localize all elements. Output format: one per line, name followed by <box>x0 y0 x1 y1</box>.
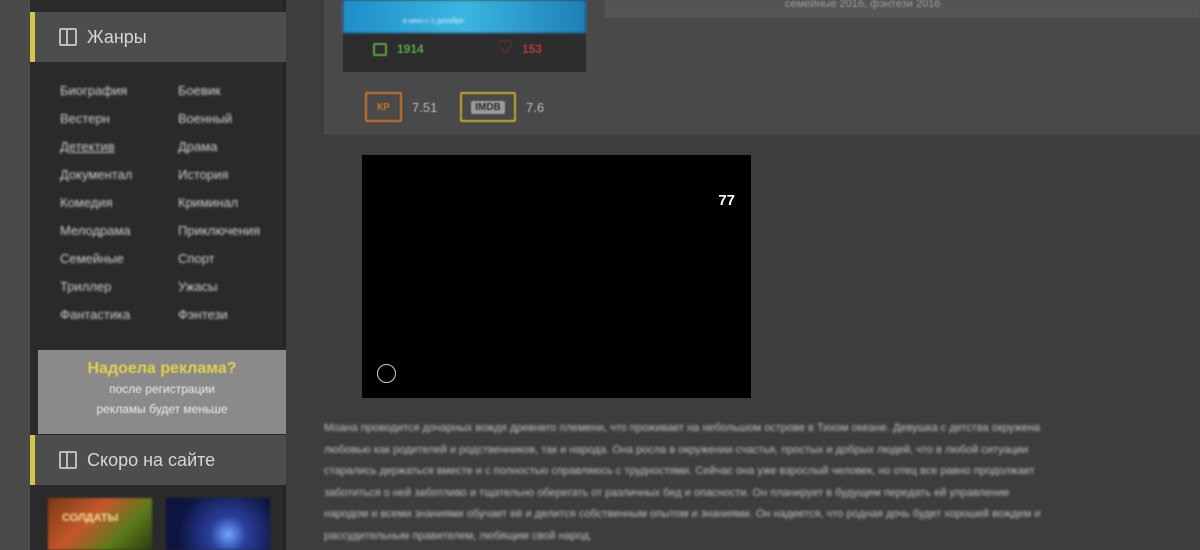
description-line: народом и всеми знаниями обучает её и де… <box>324 508 1041 520</box>
kinopoisk-rating: КР 7.51 <box>365 92 437 122</box>
description-line: рассудительным правителем, любящим свой … <box>324 529 593 542</box>
player-badge-number: 77 <box>718 192 735 209</box>
genre-link[interactable]: Фэнтези <box>178 306 290 324</box>
genre-link[interactable]: Приключения <box>178 222 290 240</box>
kinopoisk-rating-value: 7.51 <box>412 99 438 115</box>
imdb-rating-value: 7.6 <box>526 99 545 115</box>
genre-link[interactable]: Ужасы <box>178 278 290 296</box>
imdb-rating: IMDB 7.6 <box>460 92 544 122</box>
coming-soon-header[interactable]: Скоро на сайте <box>30 435 286 485</box>
genre-link[interactable]: Криминал <box>178 194 290 212</box>
genre-link[interactable]: Мелодрама <box>60 222 178 240</box>
movie-poster-card: в кино с 1 декабря 1914 153 <box>343 0 586 72</box>
genre-link[interactable]: Вестерн <box>60 110 178 128</box>
video-player[interactable]: 77 <box>362 155 751 398</box>
genre-link[interactable]: Биография <box>60 82 178 100</box>
genre-link[interactable]: Боевик <box>178 82 290 100</box>
book-icon <box>59 28 77 46</box>
dislikes-count: 153 <box>522 42 543 56</box>
description-line: Моана проводится дочарных вождя древнего… <box>324 422 1041 434</box>
genre-link[interactable]: Военный <box>178 110 290 128</box>
genre-link[interactable]: Триллер <box>60 278 178 296</box>
description-line: старались держаться вместе и с полностью… <box>324 465 1035 477</box>
imdb-label: IMDB <box>471 100 505 114</box>
genre-link[interactable]: Фантастика <box>60 306 178 324</box>
coming-soon-poster[interactable]: СОЛДАТЫ <box>48 498 152 550</box>
description-line: заботиться о ней заботливо и тщательно о… <box>324 486 1010 499</box>
page-left-edge <box>0 0 30 550</box>
coming-soon-list: СОЛДАТЫ <box>48 498 286 550</box>
ads-promo-line: рекламы будет меньше <box>96 402 228 416</box>
film-icon <box>59 451 77 469</box>
genre-link[interactable]: Семейные <box>60 250 178 268</box>
genres-header[interactable]: Жанры <box>30 12 286 62</box>
ads-promo-box[interactable]: Надоела реклама? после регистрации рекла… <box>38 350 286 434</box>
likes-count: 1914 <box>397 42 424 56</box>
coming-soon-poster[interactable] <box>166 498 270 550</box>
genre-link[interactable]: Документал <box>60 166 178 184</box>
genre-link[interactable]: Детектив <box>60 138 178 156</box>
imdb-badge: IMDB <box>460 92 516 122</box>
ads-promo-title: Надоела реклама? <box>87 360 237 377</box>
genre-link[interactable]: Драма <box>178 138 290 156</box>
genre-link[interactable]: Спорт <box>178 250 290 268</box>
movie-description: Моана проводится дочарных вождя древнего… <box>324 418 1200 550</box>
sidebar: Жанры Биография Боевик Вестерн Военный Д… <box>30 0 286 550</box>
movie-meta-line: семейные 2016, фэнтези 2016 <box>605 0 1200 18</box>
like-button[interactable]: 1914 <box>373 42 424 56</box>
ads-promo-line: после регистрации <box>109 382 215 396</box>
kinopoisk-badge: КР <box>365 92 402 122</box>
genre-link[interactable]: История <box>178 166 290 184</box>
description-line: любовью как родителей и родственников, т… <box>324 443 1029 456</box>
dislike-button[interactable]: 153 <box>497 37 543 58</box>
poster-title: СОЛДАТЫ <box>62 512 119 524</box>
broken-heart-icon <box>497 37 513 58</box>
thumbs-up-icon <box>373 42 387 56</box>
loading-circle-icon[interactable] <box>377 364 396 383</box>
genres-list: Биография Боевик Вестерн Военный Детекти… <box>60 82 290 324</box>
poster-caption: в кино с 1 декабря <box>403 18 464 25</box>
movie-poster-image[interactable]: в кино с 1 декабря <box>343 0 586 33</box>
genre-link[interactable]: Комедия <box>60 194 178 212</box>
coming-soon-header-label: Скоро на сайте <box>87 449 216 470</box>
genres-header-label: Жанры <box>87 26 147 47</box>
